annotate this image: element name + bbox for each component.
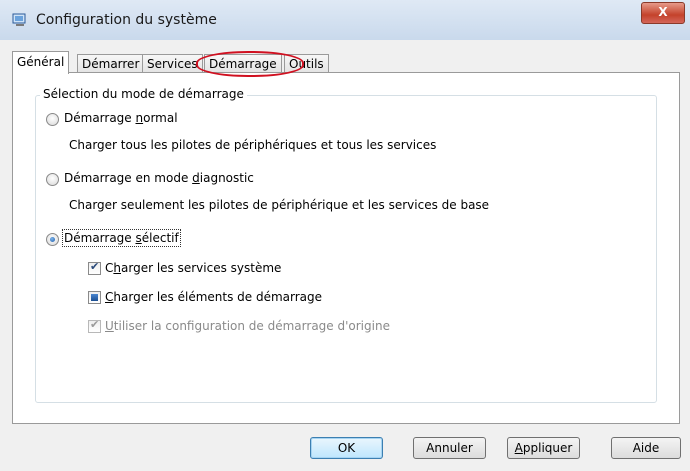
diagnostic-startup-description: Charger seulement les pilotes de périphé…	[69, 198, 490, 212]
normal-startup-label[interactable]: Démarrage normal	[64, 111, 178, 125]
tab-label: Démarrer	[82, 57, 140, 71]
dialog-client-area: Général Démarrer Services Démarrage Outi…	[0, 40, 690, 471]
tab-label: Général	[17, 55, 65, 69]
use-original-boot-config-label: Utiliser la configuration de démarrage d…	[105, 319, 390, 333]
tab-label: Services	[147, 57, 198, 71]
load-system-services-checkbox[interactable]: ✔	[88, 260, 101, 275]
title-bar: Configuration du système X	[0, 0, 690, 40]
red-highlight-ellipse	[196, 51, 304, 77]
tab-general[interactable]: Général	[12, 51, 70, 74]
load-startup-items-label[interactable]: Charger les éléments de démarrage	[105, 290, 322, 304]
window-title: Configuration du système	[36, 12, 217, 28]
load-system-services-label[interactable]: Charger les services système	[105, 261, 281, 275]
use-original-boot-config-checkbox[interactable]: ✔	[88, 318, 101, 333]
cancel-button[interactable]: Annuler	[413, 437, 486, 459]
selective-startup-radio[interactable]	[46, 233, 59, 246]
normal-startup-radio[interactable]	[46, 113, 59, 126]
startup-selection-group: Sélection du mode de démarrage Démarrage…	[35, 87, 657, 403]
normal-startup-description: Charger tous les pilotes de périphérique…	[69, 138, 437, 152]
load-startup-items-checkbox[interactable]	[88, 291, 101, 304]
help-button[interactable]: Aide	[611, 437, 681, 459]
apply-button[interactable]: Appliquer	[507, 437, 580, 459]
group-legend: Sélection du mode de démarrage	[40, 87, 247, 101]
tab-boot[interactable]: Démarrer	[77, 54, 145, 73]
checkmark-icon: ✔	[90, 318, 100, 331]
diagnostic-startup-radio[interactable]	[46, 173, 59, 186]
close-button[interactable]: X	[641, 2, 685, 24]
tab-services[interactable]: Services	[142, 54, 203, 73]
msconfig-app-icon	[12, 13, 26, 26]
diagnostic-startup-label[interactable]: Démarrage en mode diagnostic	[64, 171, 254, 185]
ok-button[interactable]: OK	[310, 437, 383, 459]
checkmark-icon: ✔	[90, 260, 100, 273]
close-icon: X	[658, 5, 668, 19]
tab-panel-general: Sélection du mode de démarrage Démarrage…	[12, 72, 680, 424]
selective-startup-label[interactable]: Démarrage sélectif	[62, 229, 181, 247]
